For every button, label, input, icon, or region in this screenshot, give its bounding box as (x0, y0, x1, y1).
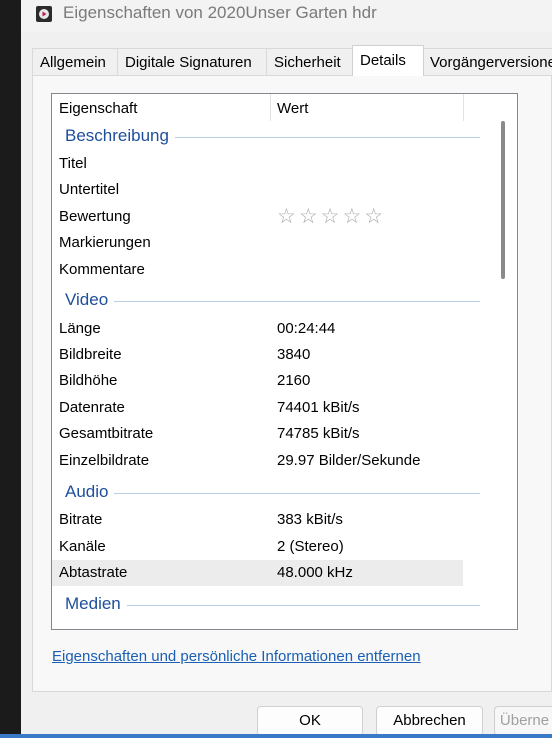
property-value: 383 kBit/s (277, 511, 343, 528)
group-header-medien[interactable]: Medien (52, 594, 492, 616)
property-value: 2 (Stereo) (277, 538, 344, 555)
property-value: 3840 (277, 346, 311, 363)
group-divider (164, 137, 480, 138)
group-header-video[interactable]: Video (52, 290, 492, 312)
list-item-selected[interactable]: Abtastrate 48.000 kHz (52, 560, 463, 586)
property-value: 74401 kBit/s (277, 399, 360, 416)
list-item[interactable]: Titel (52, 151, 463, 177)
property-name: Titel (59, 155, 87, 172)
column-divider[interactable] (270, 94, 271, 121)
property-name: Gesamtbitrate (59, 425, 154, 442)
list-item[interactable]: Markierungen (52, 230, 463, 256)
list-item[interactable]: Kommentare (52, 257, 463, 283)
star-rating-icon[interactable]: ☆☆☆☆☆ (277, 204, 386, 229)
video-file-icon (35, 5, 53, 23)
tab-bar: Allgemein Digitale Signaturen Sicherheit… (32, 45, 552, 76)
group-divider (112, 301, 480, 302)
list-item[interactable]: Bildbreite 3840 (52, 342, 463, 368)
property-name: Bildhöhe (59, 372, 118, 389)
list-item[interactable]: Bitrate 383 kBit/s (52, 507, 463, 533)
property-name: Bildbreite (59, 346, 122, 363)
property-value: 29.97 Bilder/Sekunde (277, 452, 421, 469)
apply-button[interactable]: Überne (494, 706, 552, 736)
tab-sicherheit[interactable]: Sicherheit (266, 48, 354, 75)
taskbar-edge (0, 734, 552, 738)
column-header-value[interactable]: Wert (277, 100, 308, 117)
property-value: 48.000 kHz (277, 564, 353, 581)
property-value: 2160 (277, 372, 311, 389)
group-divider (112, 493, 480, 494)
list-item[interactable]: Einzelbildrate 29.97 Bilder/Sekunde (52, 448, 463, 474)
property-name: Einzelbildrate (59, 452, 150, 469)
tab-digitale-signaturen[interactable]: Digitale Signaturen (117, 48, 267, 75)
group-header-beschreibung[interactable]: Beschreibung (52, 126, 492, 148)
property-name: Bewertung (59, 208, 131, 225)
tab-allgemein[interactable]: Allgemein (32, 48, 118, 75)
tab-details[interactable]: Details (352, 45, 424, 76)
properties-dialog: Eigenschaften von 2020Unser Garten hdr A… (21, 0, 552, 738)
property-name: Untertitel (59, 181, 120, 198)
list-item[interactable]: Gesamtbitrate 74785 kBit/s (52, 421, 463, 447)
list-item[interactable]: Untertitel (52, 177, 463, 203)
property-value: 74785 kBit/s (277, 425, 360, 442)
column-divider[interactable] (463, 94, 464, 121)
group-title: Audio (65, 482, 115, 502)
list-item[interactable]: Kanäle 2 (Stereo) (52, 534, 463, 560)
list-item[interactable]: Bewertung ☆☆☆☆☆ (52, 204, 463, 230)
title-bar: Eigenschaften von 2020Unser Garten hdr (21, 0, 552, 32)
list-item[interactable]: Bildhöhe 2160 (52, 368, 463, 394)
group-title: Medien (65, 594, 127, 614)
background-window-edge (0, 0, 21, 738)
group-divider (122, 605, 480, 606)
list-item[interactable]: Datenrate 74401 kBit/s (52, 395, 463, 421)
property-name: Datenrate (59, 399, 125, 416)
property-name: Kanäle (59, 538, 106, 555)
group-header-audio[interactable]: Audio (52, 482, 492, 504)
property-name: Bitrate (59, 511, 103, 528)
property-value: 00:24:44 (277, 320, 336, 337)
cancel-button[interactable]: Abbrechen (376, 706, 483, 736)
remove-properties-link[interactable]: Eigenschaften und persönliche Informatio… (52, 648, 421, 665)
group-title: Video (65, 290, 115, 310)
list-item[interactable]: Länge 00:24:44 (52, 316, 463, 342)
property-name: Abtastrate (59, 564, 128, 581)
window-title: Eigenschaften von 2020Unser Garten hdr (63, 3, 377, 22)
property-name: Länge (59, 320, 101, 337)
ok-button[interactable]: OK (257, 706, 363, 736)
properties-list[interactable]: Eigenschaft Wert Beschreibung Titel Unte… (51, 93, 518, 630)
tab-vorgaengerversionen[interactable]: Vorgängerversione (422, 48, 552, 75)
scrollbar-thumb[interactable] (501, 121, 505, 279)
group-title: Beschreibung (65, 126, 175, 146)
column-header-property[interactable]: Eigenschaft (59, 100, 137, 117)
list-header: Eigenschaft Wert (52, 94, 517, 121)
property-name: Kommentare (59, 261, 145, 278)
property-name: Markierungen (59, 234, 151, 251)
vertical-scrollbar[interactable] (496, 121, 510, 629)
